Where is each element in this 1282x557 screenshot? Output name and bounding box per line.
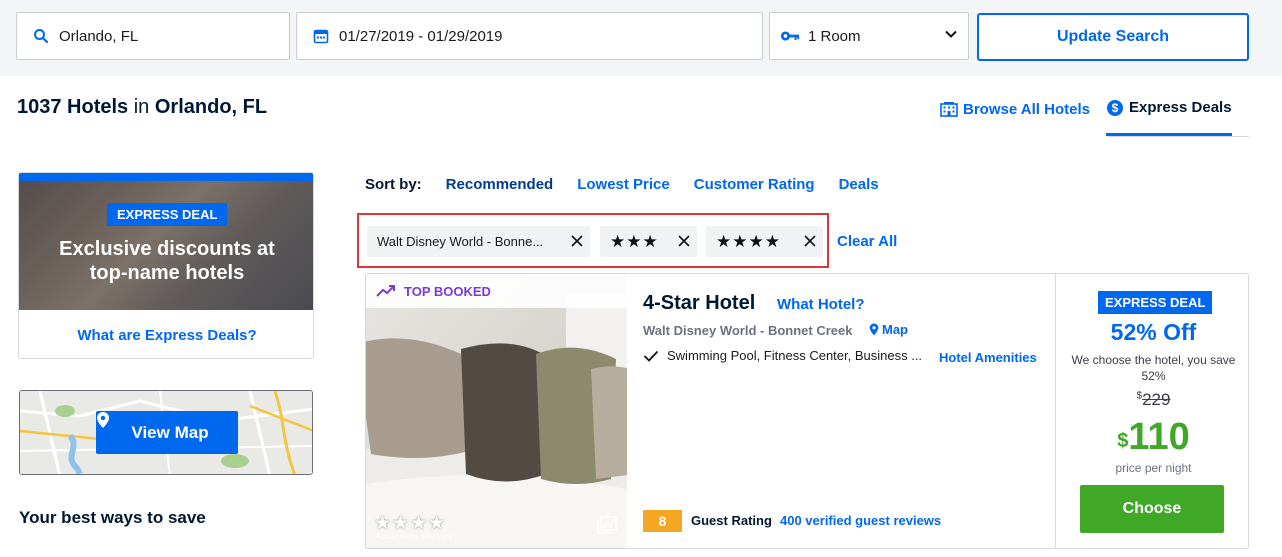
rooms-value: 1 Room bbox=[808, 27, 861, 45]
location-input[interactable]: Orlando, FL bbox=[16, 12, 290, 60]
clear-all-filters-link[interactable]: Clear All bbox=[837, 233, 897, 250]
filter-chip-3-star: ★★★ bbox=[600, 226, 697, 257]
search-bar: Orlando, FL 01/27/2019 - 01/29/2019 1 Ro… bbox=[0, 0, 1282, 76]
promo-headline: Exclusive discounts at top-name hotels bbox=[19, 237, 313, 285]
gallery-icon[interactable] bbox=[597, 516, 617, 539]
pillows-photo bbox=[366, 274, 627, 548]
tab-express-deals[interactable]: $ Express Deals bbox=[1105, 92, 1232, 136]
remove-filter-area-icon[interactable] bbox=[570, 234, 584, 251]
view-map-label: View Map bbox=[131, 422, 209, 442]
deal-price-currency: $ bbox=[1117, 430, 1129, 452]
key-icon bbox=[780, 26, 800, 46]
svg-text:$: $ bbox=[1112, 101, 1119, 115]
building-icon bbox=[940, 101, 958, 117]
price-panel: EXPRESS DEAL 52% Off We choose the hotel… bbox=[1055, 274, 1248, 548]
map-link-label: Map bbox=[882, 322, 908, 337]
sort-bar: Sort by: Recommended Lowest Price Custom… bbox=[365, 176, 903, 193]
express-deal-badge: EXPRESS DEAL bbox=[1098, 291, 1213, 314]
what-are-express-deals-link[interactable]: What are Express Deals? bbox=[19, 310, 313, 358]
dollar-circle-icon: $ bbox=[1106, 99, 1124, 117]
photo-caption: Actual room may vary bbox=[375, 532, 453, 541]
promo-headline-line-2: top-name hotels bbox=[89, 262, 245, 284]
filter-chip-4-star: ★★★★ bbox=[706, 226, 823, 257]
trending-up-icon bbox=[376, 284, 396, 298]
dates-input[interactable]: 01/27/2019 - 01/29/2019 bbox=[296, 12, 763, 60]
location-value: Orlando, FL bbox=[59, 27, 139, 45]
choose-button[interactable]: Choose bbox=[1080, 485, 1224, 533]
price-per-night-label: price per night bbox=[1115, 461, 1192, 475]
map-pin-icon bbox=[869, 323, 879, 336]
hotel-details: 4-Star Hotel What Hotel? Walt Disney Wor… bbox=[643, 274, 1055, 548]
results-title: 1037 Hotels in Orlando, FL bbox=[17, 96, 267, 119]
filter-chip-area-label: Walt Disney World - Bonne... bbox=[377, 234, 544, 249]
hotel-count: 1037 Hotels bbox=[17, 96, 129, 118]
filter-chip-area: Walt Disney World - Bonne... bbox=[367, 226, 590, 257]
map-preview[interactable]: View Map bbox=[19, 390, 313, 475]
promo-headline-line-1: Exclusive discounts at bbox=[59, 238, 275, 260]
update-search-button[interactable]: Update Search bbox=[977, 13, 1249, 61]
deal-price: $110 bbox=[1056, 414, 1248, 460]
guest-reviews-link[interactable]: 400 verified guest reviews bbox=[780, 513, 941, 528]
deal-description: We choose the hotel, you save 52% bbox=[1071, 353, 1236, 383]
in-word: in bbox=[133, 96, 150, 118]
express-deal-promo: EXPRESS DEAL Exclusive discounts at top-… bbox=[18, 172, 314, 359]
tab-browse-all-hotels[interactable]: Browse All Hotels bbox=[940, 92, 1090, 126]
sort-label: Sort by: bbox=[365, 176, 422, 193]
amenities-list: Swimming Pool, Fitness Center, Business … bbox=[643, 348, 922, 363]
top-booked-banner: TOP BOOKED bbox=[366, 274, 627, 308]
dates-value: 01/27/2019 - 01/29/2019 bbox=[339, 27, 503, 45]
search-icon bbox=[31, 26, 51, 46]
chevron-down-icon bbox=[944, 27, 958, 45]
view-map-button[interactable]: View Map bbox=[96, 411, 238, 454]
tab-express-label: Express Deals bbox=[1128, 99, 1232, 116]
original-price: $229 bbox=[1056, 390, 1248, 410]
remove-filter-3-star-icon[interactable] bbox=[677, 234, 691, 251]
remove-filter-4-star-icon[interactable] bbox=[803, 234, 817, 251]
tab-browse-label: Browse All Hotels bbox=[963, 100, 1090, 118]
top-booked-label: TOP BOOKED bbox=[404, 283, 491, 299]
sort-recommended[interactable]: Recommended bbox=[446, 176, 554, 193]
best-ways-to-save-title: Your best ways to save bbox=[19, 508, 206, 527]
header-divider bbox=[1108, 136, 1249, 137]
hotel-amenities-link[interactable]: Hotel Amenities bbox=[939, 350, 1037, 365]
sort-lowest-price[interactable]: Lowest Price bbox=[577, 176, 670, 193]
city-name: Orlando, FL bbox=[154, 96, 268, 118]
checkmark-icon bbox=[643, 350, 659, 362]
amenities-text: Swimming Pool, Fitness Center, Business … bbox=[667, 348, 923, 363]
sort-customer-rating[interactable]: Customer Rating bbox=[694, 176, 815, 193]
original-price-value: 229 bbox=[1142, 390, 1171, 409]
what-hotel-link[interactable]: What Hotel? bbox=[777, 296, 865, 313]
guest-rating-label: Guest Rating bbox=[691, 513, 772, 528]
hotel-area: Walt Disney World - Bonnet Creek bbox=[643, 323, 853, 338]
filter-4-star-stars: ★★★★ bbox=[716, 231, 781, 251]
filter-3-star-stars: ★★★ bbox=[610, 231, 659, 251]
promo-badge: EXPRESS DEAL bbox=[107, 203, 228, 226]
view-tabs: Browse All Hotels $ Express Deals bbox=[940, 92, 1248, 137]
calendar-icon bbox=[311, 26, 331, 46]
deal-price-value: 110 bbox=[1128, 416, 1190, 458]
hotel-name: 4-Star Hotel bbox=[643, 292, 756, 314]
guest-rating-score: 8 bbox=[643, 510, 682, 532]
rooms-select[interactable]: 1 Room bbox=[769, 12, 969, 60]
hotel-map-link[interactable]: Map bbox=[869, 322, 908, 337]
discount-percent: 52% Off bbox=[1110, 319, 1197, 345]
sort-deals[interactable]: Deals bbox=[839, 176, 879, 193]
hotel-photo[interactable]: TOP BOOKED ★★★★ Actual room may vary bbox=[366, 274, 627, 548]
hotel-card[interactable]: TOP BOOKED ★★★★ Actual room may vary 4-S… bbox=[365, 273, 1249, 549]
